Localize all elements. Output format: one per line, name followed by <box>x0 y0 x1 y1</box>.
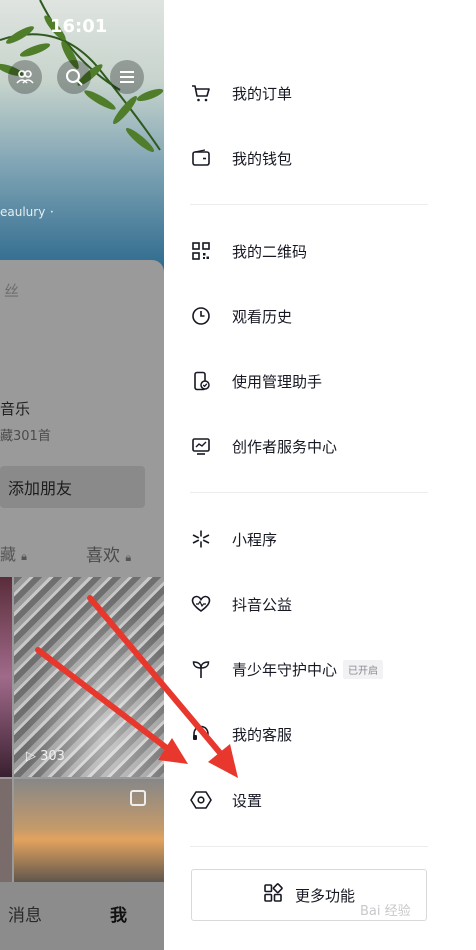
tab-likes[interactable]: 喜欢 🔒︎ <box>86 541 131 566</box>
add-friend-button[interactable]: 添加朋友 <box>0 466 145 508</box>
menu-item-settings[interactable]: 设置 <box>190 780 460 820</box>
play-count: 303 <box>40 749 65 764</box>
menu-item-usage-assistant[interactable]: 使用管理助手 <box>190 361 460 401</box>
clock-icon <box>190 305 212 327</box>
search-button[interactable] <box>57 60 91 94</box>
menu-item-mini-programs[interactable]: 小程序 <box>190 519 460 559</box>
menu-item-charity[interactable]: 抖音公益 <box>190 584 460 624</box>
tab-favorites[interactable]: 藏 🔒︎ <box>0 541 27 565</box>
video-play-count: ▷ 303 <box>26 749 65 764</box>
tab-favorites-label: 藏 <box>0 545 17 564</box>
menu-item-label: 观看历史 <box>232 307 293 326</box>
status-badge: 已开启 <box>343 659 384 679</box>
play-icon: ▷ <box>26 749 36 764</box>
friends-button[interactable] <box>8 60 42 94</box>
menu-item-my-wallet[interactable]: 我的钱包 <box>190 138 460 178</box>
apps-icon <box>263 883 283 907</box>
friends-icon <box>16 70 34 84</box>
menu-divider <box>190 846 428 847</box>
menu-item-label: 抖音公益 <box>232 595 293 614</box>
menu-item-label: 创作者服务中心 <box>232 437 338 456</box>
wallet-icon <box>190 147 212 169</box>
profile-page-dimmed[interactable]: 16:01 eaulury 𐄁 丝 音乐 藏301首 添加朋友 藏 🔒︎ 喜欢 … <box>0 0 164 950</box>
nav-messages[interactable]: 消息 <box>8 901 42 926</box>
side-drawer: 我的订单 我的钱包 我的二维码 观看历史 使用管理助手 创作者服务中心 小程序 … <box>164 0 476 950</box>
status-time: 16:01 <box>50 16 108 37</box>
menu-divider <box>190 492 428 493</box>
menu-item-label: 青少年守护中心 <box>232 660 338 679</box>
menu-item-label: 设置 <box>232 791 263 810</box>
menu-item-label: 我的二维码 <box>232 242 308 261</box>
qrcode-icon <box>190 240 212 262</box>
menu-item-label: 我的订单 <box>232 84 293 103</box>
nav-me[interactable]: 我 <box>110 901 127 926</box>
more-features-label: 更多功能 <box>294 886 355 905</box>
menu-item-my-orders[interactable]: 我的订单 <box>190 73 460 113</box>
menu-item-label: 小程序 <box>232 530 278 549</box>
menu-icon <box>120 71 134 83</box>
chart-monitor-icon <box>190 435 212 457</box>
fans-label[interactable]: 丝 <box>4 280 19 301</box>
menu-item-label: 我的客服 <box>232 725 293 744</box>
lock-icon: 🔒︎ <box>125 551 132 564</box>
menu-item-youth-protection[interactable]: 青少年守护中心 已开启 <box>190 649 460 689</box>
menu-item-watch-history[interactable]: 观看历史 <box>190 296 460 336</box>
video-thumbnail[interactable] <box>14 577 164 777</box>
phone-manage-icon <box>190 370 212 392</box>
headset-icon <box>190 723 212 745</box>
video-thumbnail[interactable] <box>0 779 12 889</box>
video-thumbnail[interactable] <box>0 577 12 777</box>
watermark: Bai 经验 <box>360 904 411 919</box>
cart-icon <box>190 82 212 104</box>
add-friend-label: 添加朋友 <box>8 479 73 498</box>
lock-icon: 🔒︎ <box>21 550 27 563</box>
profile-cover-image <box>0 0 164 270</box>
menu-item-creator-center[interactable]: 创作者服务中心 <box>190 426 460 466</box>
menu-item-label: 我的钱包 <box>232 149 293 168</box>
search-icon <box>66 69 83 86</box>
menu-button[interactable] <box>110 60 144 94</box>
music-count: 藏301首 <box>0 429 51 444</box>
menu-item-my-qrcode[interactable]: 我的二维码 <box>190 231 460 271</box>
menu-item-label: 使用管理助手 <box>232 372 323 391</box>
music-title[interactable]: 音乐 <box>0 398 30 419</box>
menu-item-customer-service[interactable]: 我的客服 <box>190 714 460 754</box>
multi-image-icon <box>130 790 146 806</box>
heart-pulse-icon <box>190 593 212 615</box>
tab-likes-label: 喜欢 <box>86 546 120 566</box>
asterisk-icon <box>190 528 212 550</box>
profile-uid: eaulury 𐄁 <box>0 205 55 219</box>
settings-hexagon-icon <box>190 789 212 811</box>
menu-divider <box>190 204 428 205</box>
sprout-icon <box>190 658 212 680</box>
